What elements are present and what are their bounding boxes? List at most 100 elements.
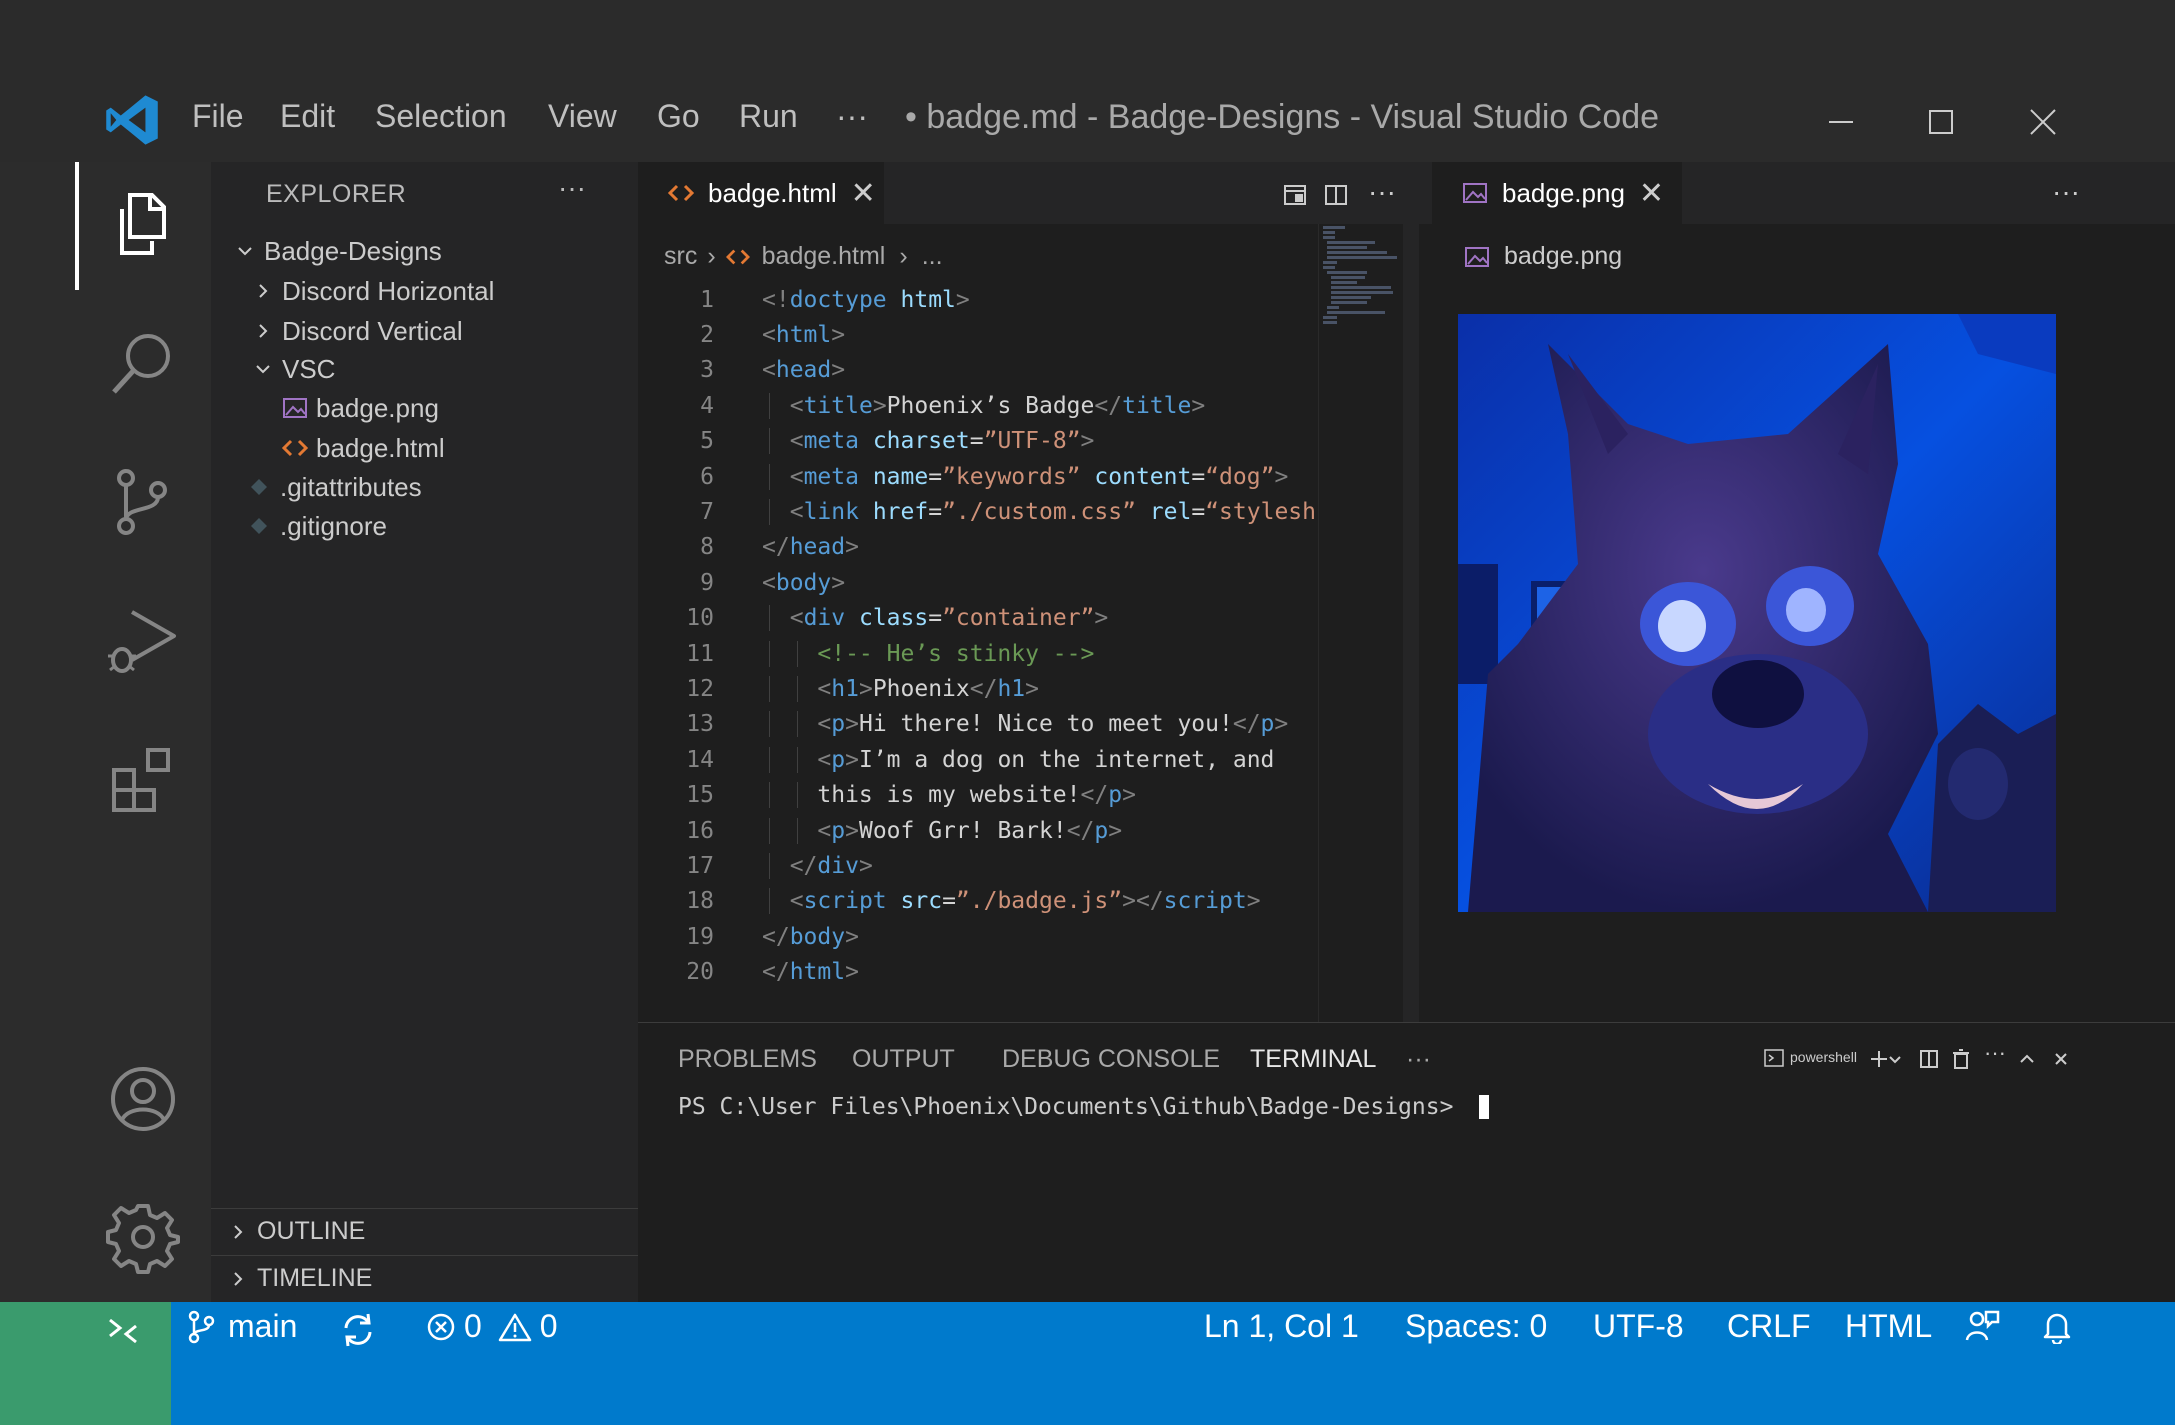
html-file-icon (725, 249, 750, 264)
close-panel-icon[interactable] (2050, 1048, 2072, 1070)
image-file-icon (1465, 246, 1489, 267)
tab-close-button[interactable]: ✕ (851, 176, 876, 211)
breadcrumb-separator: › (707, 242, 716, 270)
menu-selection[interactable]: Selection (375, 98, 507, 135)
account-icon[interactable] (106, 1062, 180, 1136)
panel-more-button[interactable]: ··· (1406, 1045, 1431, 1074)
minimap[interactable] (1318, 224, 1400, 1022)
code-line: 8 </head> (700, 534, 859, 561)
code-line: 9 <body> (700, 569, 846, 596)
breadcrumb-src[interactable]: src (664, 242, 697, 271)
extensions-icon[interactable] (106, 744, 180, 818)
remote-indicator[interactable] (0, 1302, 171, 1425)
split-editor-icon[interactable] (1324, 183, 1348, 207)
status-language[interactable]: HTML (1845, 1308, 1932, 1345)
code-line: 20 </html> (686, 959, 859, 986)
tree-label: .gitattributes (280, 471, 422, 502)
panel-tab-output[interactable]: OUTPUT (852, 1045, 955, 1074)
minimize-icon[interactable] (1819, 100, 1863, 144)
image-file-icon (283, 398, 307, 418)
explorer-icon[interactable] (106, 187, 180, 261)
chevron-right-icon (259, 284, 268, 298)
status-eol[interactable]: CRLF (1727, 1308, 1811, 1345)
breadcrumb-file[interactable]: badge.html (762, 242, 886, 271)
panel-tab-debug-console[interactable]: DEBUG CONSOLE (1002, 1045, 1220, 1074)
code-line: 17 </div> (686, 852, 873, 879)
status-problems[interactable]: 0 0 (426, 1308, 558, 1345)
status-indentation[interactable]: Spaces: 0 (1405, 1308, 1547, 1345)
panel-tab-terminal[interactable]: TERMINAL (1250, 1045, 1376, 1074)
menu-file[interactable]: File (192, 98, 244, 135)
breadcrumb-tail[interactable]: ... (922, 242, 943, 271)
breadcrumb: src › badge.html › ... (664, 242, 943, 271)
tree-file-gitattributes[interactable]: .gitattributes (246, 467, 422, 507)
source-control-icon[interactable] (106, 466, 180, 540)
code-line: 12 <h1>Phoenix</h1> (686, 675, 1040, 702)
tab-close-button[interactable]: ✕ (1639, 176, 1664, 211)
tree-folder-vsc[interactable]: VSC (254, 349, 335, 389)
tab-label: badge.html (708, 177, 837, 208)
code-line: 5 <meta charset=”UTF-8”> (700, 428, 1095, 455)
chevron-up-icon[interactable] (2016, 1048, 2038, 1070)
tree-file-badge-png[interactable]: badge.png (282, 388, 439, 428)
chevron-right-icon (234, 1271, 243, 1286)
tree-folder-discord-horizontal[interactable]: Discord Horizontal (254, 271, 494, 311)
menu-go[interactable]: Go (657, 98, 700, 135)
editor-right-more-button[interactable]: ··· (2052, 176, 2080, 208)
outline-section[interactable]: OUTLINE (211, 1208, 638, 1254)
code-line: 15 this is my website!</p> (686, 782, 1136, 809)
terminal-more-button[interactable]: ··· (1984, 1040, 2006, 1066)
code-line: 2 <html> (700, 322, 846, 349)
tree-label: Discord Vertical (282, 315, 463, 346)
tree-folder-discord-vertical[interactable]: Discord Vertical (254, 311, 463, 351)
chevron-right-icon (234, 1224, 243, 1239)
menu-view[interactable]: View (548, 98, 617, 135)
explorer-title: EXPLORER (266, 180, 407, 208)
terminal-icon (1764, 1049, 1784, 1067)
tab-badge-html[interactable]: badge.html ✕ (638, 162, 884, 224)
explorer-more-button[interactable]: ··· (558, 172, 586, 204)
split-terminal-icon[interactable] (1918, 1048, 1940, 1070)
editor-more-button[interactable]: ··· (1368, 176, 1396, 208)
gear-icon[interactable] (106, 1200, 180, 1274)
status-encoding[interactable]: UTF-8 (1593, 1308, 1684, 1345)
open-preview-icon[interactable] (1283, 183, 1307, 207)
chevron-down-icon[interactable] (1888, 1048, 1902, 1070)
chevron-right-icon (259, 324, 268, 338)
breadcrumb-file[interactable]: badge.png (1504, 242, 1622, 271)
tree-file-gitignore[interactable]: .gitignore (246, 506, 387, 546)
new-terminal-icon[interactable] (1868, 1048, 1890, 1070)
panel-tab-problems[interactable]: PROBLEMS (678, 1045, 817, 1074)
timeline-section[interactable]: TIMELINE (211, 1255, 638, 1301)
tree-label: .gitignore (280, 510, 387, 541)
tree-file-badge-html[interactable]: badge.html (282, 428, 445, 468)
tree-label: badge.html (316, 432, 445, 463)
sync-icon[interactable] (338, 1310, 378, 1350)
tree-label: Badge-Designs (264, 235, 442, 266)
error-count: 0 (464, 1308, 482, 1344)
chevron-down-icon (238, 247, 252, 256)
trash-icon[interactable] (1950, 1048, 1972, 1070)
editor-divider[interactable] (1403, 162, 1419, 1022)
terminal-prompt[interactable]: PS C:\User Files\Phoenix\Documents\Githu… (678, 1094, 1490, 1120)
tab-badge-png[interactable]: badge.png ✕ (1432, 162, 1682, 224)
code-line: 14 <p>I’m a dog on the internet, and (686, 746, 1275, 773)
maximize-icon[interactable] (1919, 100, 1963, 144)
status-cursor-position[interactable]: Ln 1, Col 1 (1204, 1308, 1359, 1345)
branch-name: main (228, 1308, 298, 1344)
menu-run[interactable]: Run (739, 98, 798, 135)
tree-folder-badge-designs[interactable]: Badge-Designs (236, 231, 442, 271)
search-icon[interactable] (106, 326, 180, 400)
close-window-icon[interactable] (2021, 100, 2065, 144)
run-debug-icon[interactable] (106, 604, 180, 678)
menu-edit[interactable]: Edit (280, 98, 335, 135)
code-area[interactable]: 1 <!doctype html> 2 <html> 3 <head> 4 <titl… (638, 282, 1318, 990)
code-line: 18 <script src=”./badge.js”></script> (686, 888, 1261, 915)
bell-icon[interactable] (2039, 1308, 2075, 1344)
status-branch[interactable]: main (186, 1308, 297, 1345)
feedback-icon[interactable] (1964, 1308, 2000, 1344)
breadcrumb-separator: › (899, 242, 908, 270)
active-indicator (75, 162, 79, 290)
menu-more[interactable]: ··· (836, 98, 868, 135)
terminal-shell-name[interactable]: powershell (1790, 1049, 1857, 1065)
